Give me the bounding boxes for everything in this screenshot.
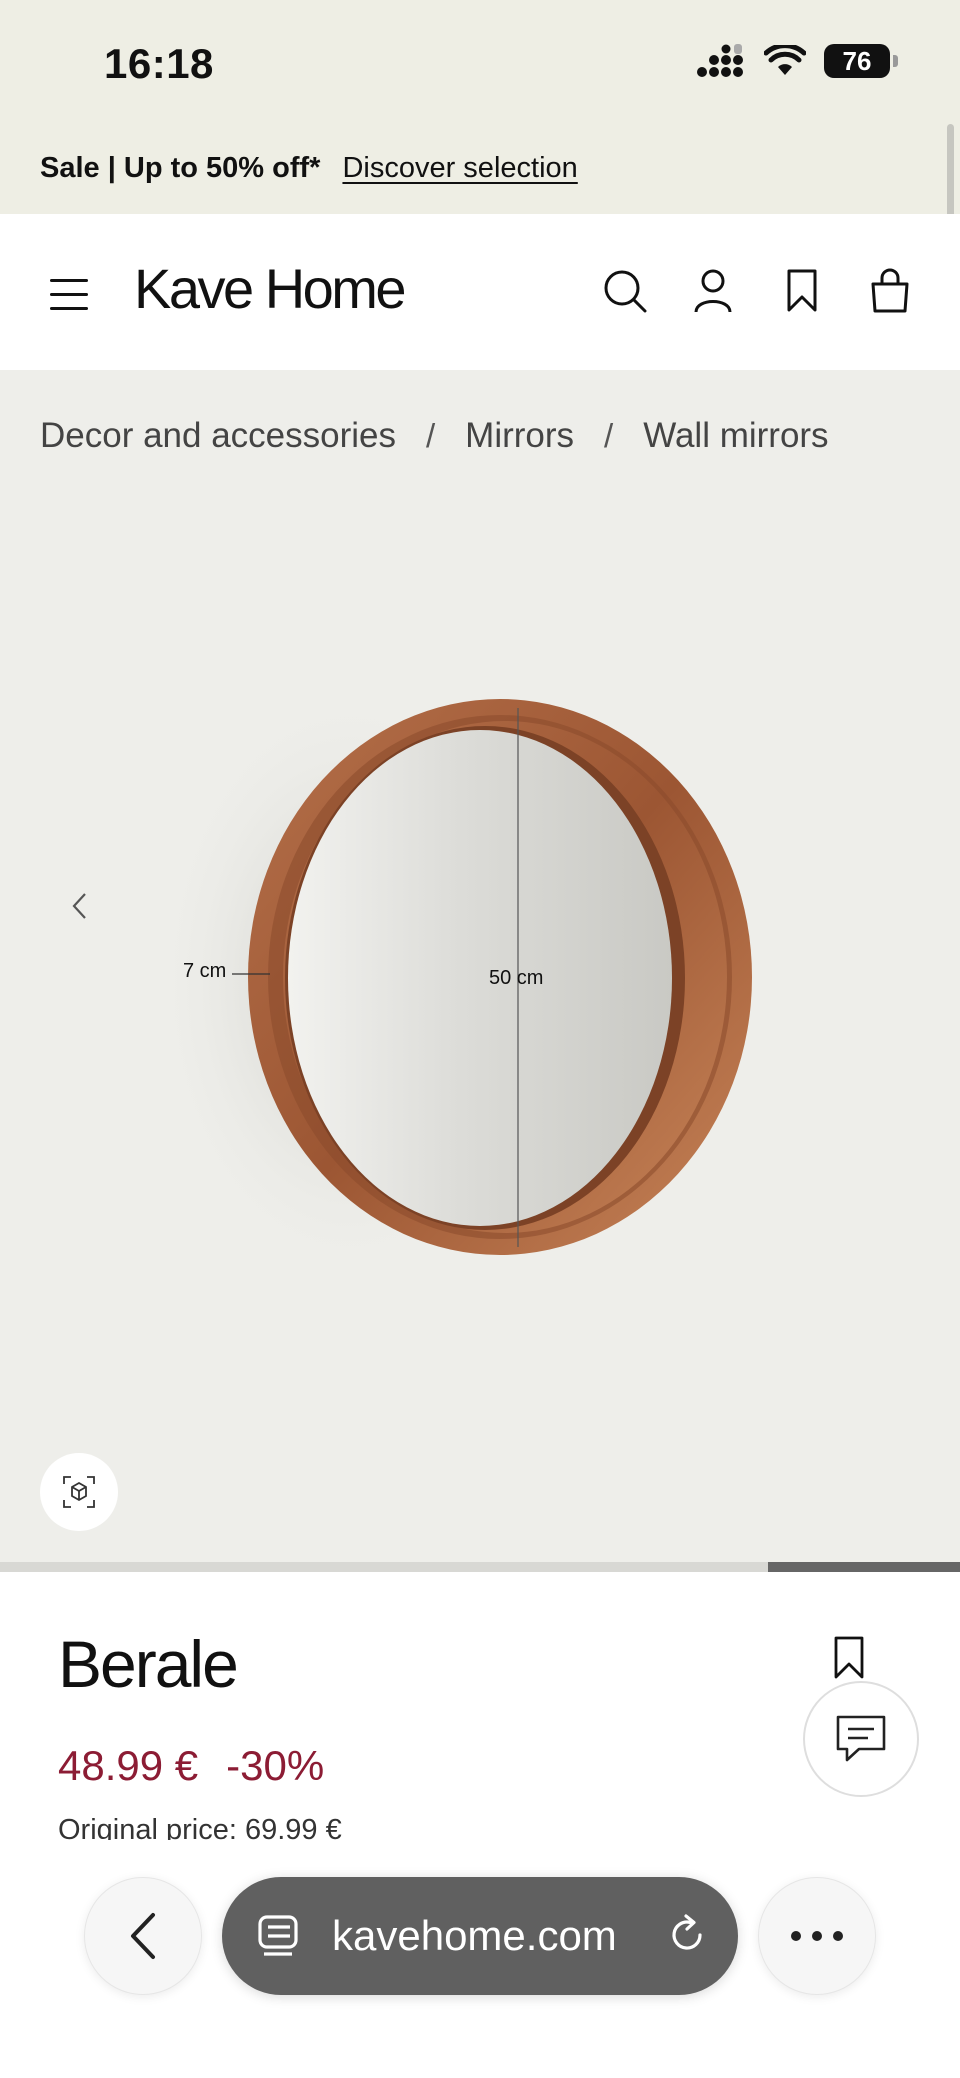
bookmark-icon[interactable] xyxy=(769,258,835,324)
shopping-bag-icon[interactable] xyxy=(857,258,923,324)
status-bar: 16:18 76 xyxy=(0,0,960,122)
browser-more-button[interactable] xyxy=(758,1877,876,1995)
sale-price: 48.99 € xyxy=(58,1742,199,1789)
product-gallery[interactable]: Decor and accessories / Mirrors / Wall m… xyxy=(0,370,960,1572)
site-logo[interactable]: Kave Home xyxy=(134,256,407,321)
promo-text: Sale | Up to 50% off* xyxy=(40,151,321,184)
user-icon[interactable] xyxy=(680,258,746,324)
address-bar[interactable]: kavehome.com xyxy=(222,1877,738,1995)
discover-selection-link[interactable]: Discover selection xyxy=(342,152,577,185)
tab-overview-icon xyxy=(258,1915,298,1956)
status-icons: 76 xyxy=(696,44,898,78)
site-header: Kave Home xyxy=(0,214,960,370)
chat-button[interactable] xyxy=(803,1681,919,1797)
gallery-progress-fill xyxy=(768,1562,960,1572)
hamburger-icon[interactable] xyxy=(50,266,90,316)
discount-badge: -30% xyxy=(226,1742,325,1789)
add-to-wishlist-button[interactable] xyxy=(832,1636,872,1684)
depth-label: 7 cm xyxy=(183,960,227,982)
more-icon xyxy=(791,1931,843,1941)
chevron-left-icon xyxy=(131,1913,155,1959)
previous-image-button[interactable] xyxy=(56,882,104,930)
battery-indicator: 76 xyxy=(824,44,898,78)
status-time: 16:18 xyxy=(104,40,214,87)
mirror-product-image xyxy=(150,682,752,1282)
browser-back-button[interactable] xyxy=(84,1877,202,1995)
price-row: 48.99 € -30% xyxy=(58,1742,324,1790)
bookmark-icon xyxy=(834,1636,864,1679)
product-title: Berale xyxy=(58,1627,239,1701)
cellular-signal-icon xyxy=(697,44,743,77)
chat-icon xyxy=(836,1715,886,1762)
promo-banner: Sale | Up to 50% off* Discover selection xyxy=(0,122,960,214)
chevron-left-icon xyxy=(72,893,86,919)
url-text: kavehome.com xyxy=(332,1912,617,1959)
wifi-icon xyxy=(764,45,806,75)
battery-level: 76 xyxy=(842,45,872,76)
diameter-label: 50 cm xyxy=(489,967,544,989)
ar-view-icon xyxy=(63,1476,95,1508)
reload-icon[interactable] xyxy=(666,1914,708,1956)
ar-view-button[interactable] xyxy=(40,1453,118,1531)
original-price: Original price: 69.99 € xyxy=(58,1814,342,1840)
search-icon[interactable] xyxy=(592,258,658,324)
gallery-progress xyxy=(0,1562,960,1572)
